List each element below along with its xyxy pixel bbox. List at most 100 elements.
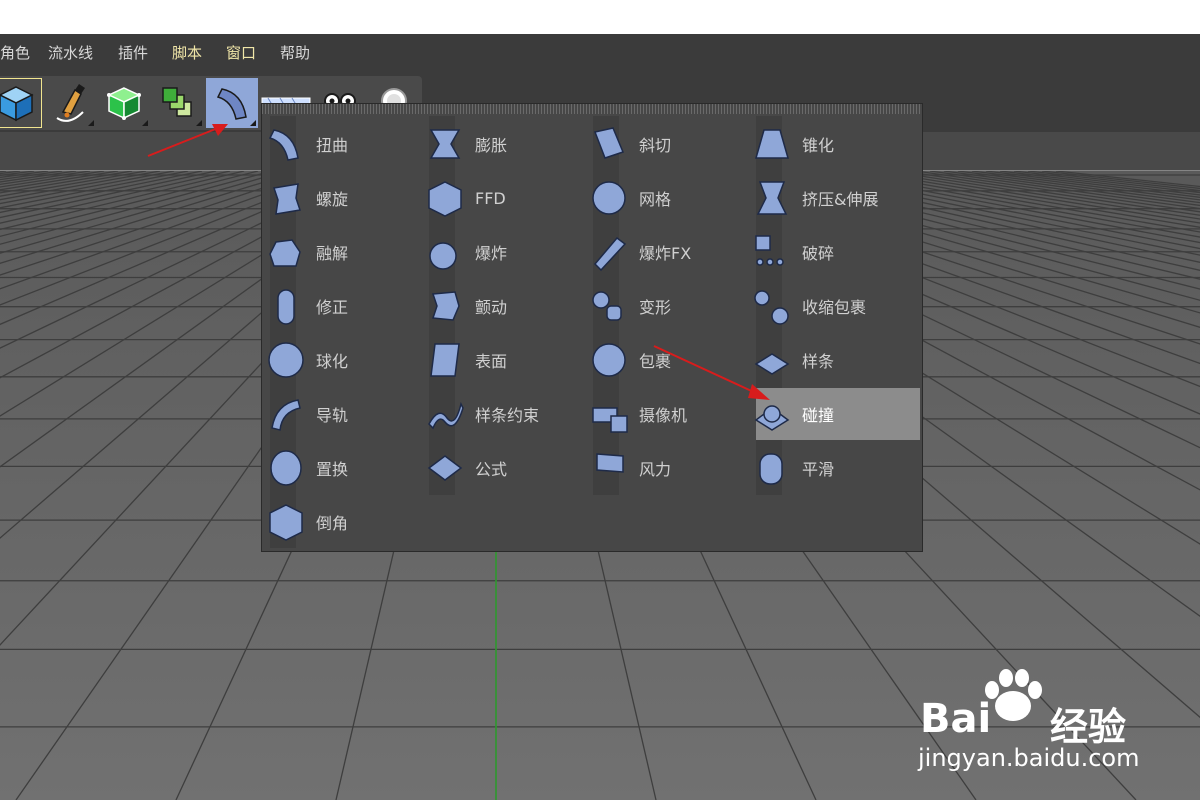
mesh-icon (587, 176, 631, 220)
deformer-item-label: 收缩包裹 (802, 298, 867, 317)
deformer-item-label: 斜切 (639, 136, 672, 155)
deformer-item[interactable]: 网格 (592, 172, 757, 224)
menu-plugins[interactable]: 插件 (118, 42, 148, 63)
annotation-arrow-toolbar (147, 124, 228, 157)
deformer-item-label: 破碎 (802, 244, 835, 263)
surface-icon (423, 338, 467, 382)
deformer-item[interactable]: 倒角 (269, 496, 434, 548)
deformer-item-label: 球化 (316, 352, 349, 371)
deformer-item-label: 变形 (639, 298, 672, 317)
menu-help[interactable]: 帮助 (280, 42, 310, 63)
smoothing-icon (750, 446, 794, 490)
menu-pipeline[interactable]: 流水线 (48, 42, 93, 63)
deformer-item[interactable]: 斜切 (593, 118, 757, 170)
spline-wrap-icon (423, 392, 467, 436)
deformer-item-label: 融解 (316, 244, 349, 263)
deformer-item-label: 膨胀 (475, 136, 508, 155)
deformer-item-label: 倒角 (316, 514, 349, 533)
popup-drag-handle[interactable] (262, 104, 922, 114)
deformer-item-label: 扭曲 (316, 136, 349, 155)
deformer-item-label: 样条约束 (475, 406, 540, 425)
deformer-item[interactable]: FFD (428, 172, 593, 224)
shrink-wrap-icon (750, 284, 794, 328)
deformer-item[interactable]: 螺旋 (270, 172, 434, 224)
wrap-icon (587, 338, 631, 382)
deformer-item[interactable]: 扭曲 (268, 118, 434, 170)
deformer-item[interactable]: 锥化 (755, 118, 920, 170)
deformer-item[interactable]: 碰撞 (754, 388, 920, 440)
deformer-item[interactable]: 融解 (269, 226, 434, 278)
menu-bar: 角色 流水线 插件 脚本 窗口 帮助 (0, 34, 1200, 68)
deformer-item[interactable]: 破碎 (755, 226, 920, 278)
deformer-item[interactable]: 球化 (268, 334, 434, 386)
displacer-icon (264, 446, 308, 490)
deformer-item-label: 爆炸FX (639, 244, 692, 263)
watermark-brand-cn: 经验 (1050, 705, 1127, 749)
deformer-item-label: 修正 (316, 298, 349, 317)
rail-icon (264, 392, 308, 436)
deformer-item[interactable]: 公式 (427, 442, 593, 494)
deformer-item[interactable]: 颤动 (429, 280, 593, 332)
annotation-arrow-collision (653, 345, 770, 400)
deformer-item-label: 平滑 (802, 460, 835, 479)
top-margin (0, 0, 1200, 34)
deformer-item-label: 风力 (639, 460, 672, 479)
pen-button[interactable] (44, 78, 96, 128)
deformer-item-label: FFD (475, 188, 506, 208)
shear-icon (587, 122, 631, 166)
deformer-item[interactable]: 变形 (592, 280, 757, 332)
deformer-item-label: 样条 (802, 352, 835, 371)
deformer-item-label: 锥化 (802, 136, 835, 155)
deformer-item[interactable]: 样条约束 (428, 388, 593, 440)
correction-icon (264, 284, 308, 328)
deformer-item-label: 网格 (639, 190, 672, 209)
melt-icon (264, 230, 308, 274)
wind-icon (587, 446, 631, 490)
deformer-item-label: 导轨 (316, 406, 349, 425)
deformer-item-label: 公式 (475, 460, 508, 479)
cube-icon (0, 86, 34, 122)
spherify-icon (264, 338, 308, 382)
shatter-icon (750, 230, 794, 274)
deformer-item-label: 爆炸 (475, 244, 508, 263)
deformer-item[interactable]: 挤压&伸展 (756, 172, 920, 224)
deformer-item-label: 螺旋 (316, 190, 349, 209)
deformer-item[interactable]: 平滑 (756, 442, 920, 494)
deformer-popup-menu: 扭曲螺旋融解修正球化导轨置换倒角 膨胀 FFD 爆炸颤动表面样条约束公式 斜切网格爆炸F… (261, 103, 923, 552)
menu-script[interactable]: 脚本 (172, 42, 202, 63)
baidu-watermark: Bai 经验 jingyan.baidu.com (918, 668, 1158, 778)
deformer-item[interactable]: 导轨 (270, 388, 434, 440)
deformer-item[interactable]: 样条 (754, 334, 920, 386)
deformer-item-label: 颤动 (475, 298, 508, 317)
deformer-item-label: 置换 (316, 460, 349, 479)
menu-window[interactable]: 窗口 (226, 42, 256, 63)
deformer-item-label: 挤压&伸展 (802, 190, 879, 209)
deformer-item[interactable]: 风力 (593, 442, 757, 494)
explosion-fx-icon (587, 230, 631, 274)
subdivision-icon (107, 87, 141, 120)
bulge-icon (423, 122, 467, 166)
jiggle-icon (423, 284, 467, 328)
ffd-icon (423, 176, 467, 220)
formula-icon (423, 446, 467, 490)
camera-deformer-icon (587, 392, 631, 436)
bevel-icon (264, 500, 308, 544)
squash-stretch-icon (750, 176, 794, 220)
deformer-item[interactable]: 表面 (429, 334, 593, 386)
pen-icon (56, 84, 85, 122)
menu-character[interactable]: 角色 (0, 42, 30, 63)
taper-icon (750, 122, 794, 166)
explosion-icon (423, 230, 467, 274)
deformer-item[interactable]: 收缩包裹 (754, 280, 920, 332)
deformer-item[interactable]: 爆炸FX (593, 226, 757, 278)
watermark-url: jingyan.baidu.com (918, 744, 1140, 772)
morph-icon (587, 284, 631, 328)
deformer-item[interactable]: 置换 (270, 442, 434, 494)
bend-icon (264, 122, 308, 166)
deformer-item-label: 碰撞 (802, 406, 835, 425)
deformer-item[interactable]: 膨胀 (429, 118, 593, 170)
cube-button[interactable] (0, 78, 42, 128)
deformer-item[interactable]: 爆炸 (429, 226, 593, 278)
deformer-item[interactable]: 修正 (270, 280, 434, 332)
deformer-item-label: 表面 (475, 352, 508, 371)
